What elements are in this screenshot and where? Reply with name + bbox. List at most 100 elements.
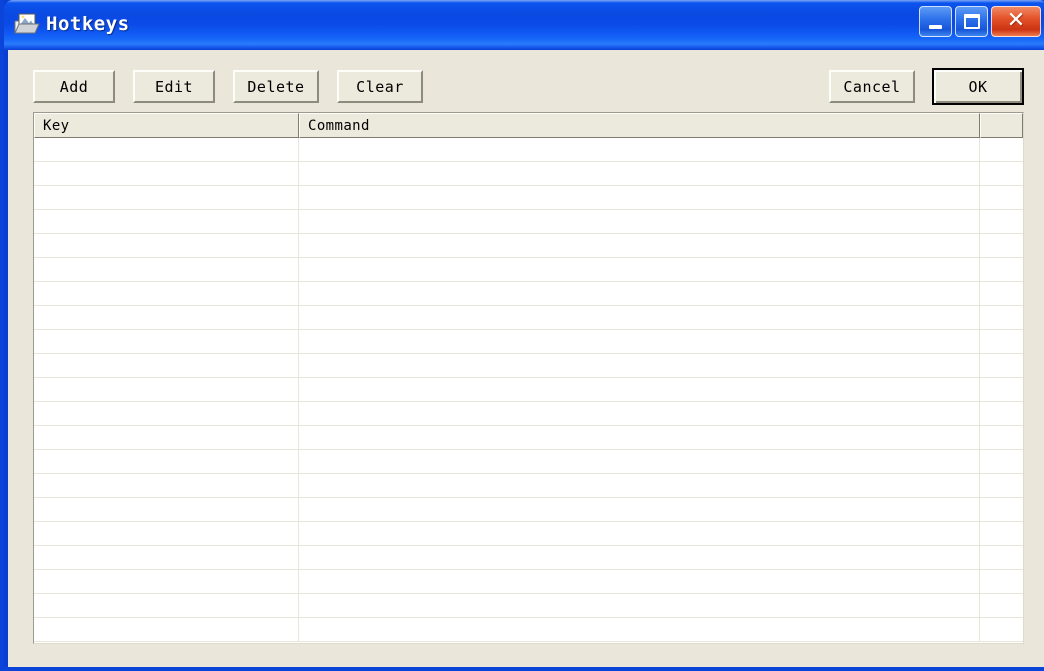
table-cell-key (34, 426, 299, 449)
minimize-icon (929, 25, 942, 29)
cancel-button[interactable]: Cancel (829, 70, 915, 103)
table-row[interactable] (34, 282, 1023, 306)
hotkeys-window: Hotkeys ✕ Add Edit Delete Clear Cancel O… (0, 0, 1044, 671)
edit-button[interactable]: Edit (133, 70, 215, 103)
table-row[interactable] (34, 330, 1023, 354)
table-row[interactable] (34, 138, 1023, 162)
add-button[interactable]: Add (33, 70, 115, 103)
hotkeys-list[interactable]: Key Command (33, 112, 1024, 644)
table-cell-extra (980, 306, 1023, 329)
table-cell-command (299, 474, 980, 497)
table-row[interactable] (34, 522, 1023, 546)
table-cell-key (34, 330, 299, 353)
column-header-command[interactable]: Command (299, 113, 980, 138)
minimize-button[interactable] (919, 6, 952, 37)
table-row[interactable] (34, 618, 1023, 642)
table-cell-key (34, 618, 299, 641)
table-cell-key (34, 378, 299, 401)
table-cell-extra (980, 258, 1023, 281)
table-cell-command (299, 378, 980, 401)
table-cell-command (299, 234, 980, 257)
delete-button[interactable]: Delete (233, 70, 319, 103)
table-cell-extra (980, 234, 1023, 257)
table-cell-extra (980, 210, 1023, 233)
table-cell-key (34, 354, 299, 377)
table-cell-key (34, 258, 299, 281)
table-row[interactable] (34, 378, 1023, 402)
table-cell-command (299, 138, 980, 161)
table-cell-command (299, 210, 980, 233)
table-cell-extra (980, 138, 1023, 161)
table-row[interactable] (34, 402, 1023, 426)
table-cell-key (34, 546, 299, 569)
table-cell-command (299, 426, 980, 449)
clear-button[interactable]: Clear (337, 70, 423, 103)
table-row[interactable] (34, 186, 1023, 210)
table-cell-command (299, 594, 980, 617)
close-icon: ✕ (1006, 7, 1026, 33)
table-cell-extra (980, 426, 1023, 449)
column-header-key[interactable]: Key (34, 113, 299, 138)
table-row[interactable] (34, 450, 1023, 474)
table-row[interactable] (34, 426, 1023, 450)
table-cell-key (34, 402, 299, 425)
table-cell-key (34, 594, 299, 617)
table-row[interactable] (34, 354, 1023, 378)
table-cell-extra (980, 570, 1023, 593)
table-cell-extra (980, 474, 1023, 497)
table-row[interactable] (34, 570, 1023, 594)
table-cell-command (299, 258, 980, 281)
table-row[interactable] (34, 546, 1023, 570)
table-cell-extra (980, 498, 1023, 521)
table-cell-command (299, 498, 980, 521)
table-cell-extra (980, 378, 1023, 401)
table-cell-command (299, 618, 980, 641)
table-cell-command (299, 570, 980, 593)
table-cell-key (34, 306, 299, 329)
table-cell-extra (980, 330, 1023, 353)
title-bar[interactable]: Hotkeys ✕ (4, 0, 1044, 50)
table-cell-extra (980, 546, 1023, 569)
table-cell-extra (980, 186, 1023, 209)
table-row[interactable] (34, 594, 1023, 618)
table-cell-key (34, 138, 299, 161)
table-cell-key (34, 162, 299, 185)
list-header: Key Command (34, 113, 1023, 138)
table-cell-key (34, 450, 299, 473)
table-cell-command (299, 450, 980, 473)
open-folder-image-icon (14, 12, 40, 36)
table-cell-key (34, 570, 299, 593)
table-cell-command (299, 330, 980, 353)
table-cell-command (299, 522, 980, 545)
table-cell-extra (980, 594, 1023, 617)
maximize-icon (964, 14, 980, 29)
table-cell-key (34, 522, 299, 545)
table-cell-extra (980, 282, 1023, 305)
table-cell-key (34, 234, 299, 257)
table-cell-key (34, 282, 299, 305)
table-row[interactable] (34, 234, 1023, 258)
ok-button[interactable]: OK (932, 68, 1024, 105)
dialog-client-area: Add Edit Delete Clear Cancel OK Key Comm… (8, 50, 1044, 667)
table-cell-key (34, 186, 299, 209)
table-cell-command (299, 306, 980, 329)
table-row[interactable] (34, 306, 1023, 330)
table-cell-extra (980, 450, 1023, 473)
table-cell-command (299, 402, 980, 425)
table-row[interactable] (34, 162, 1023, 186)
list-body[interactable] (34, 138, 1023, 643)
table-cell-command (299, 546, 980, 569)
table-cell-key (34, 498, 299, 521)
table-row[interactable] (34, 258, 1023, 282)
table-cell-command (299, 186, 980, 209)
table-row[interactable] (34, 498, 1023, 522)
table-cell-command (299, 282, 980, 305)
table-cell-command (299, 162, 980, 185)
maximize-button[interactable] (955, 6, 988, 37)
close-button[interactable]: ✕ (991, 6, 1041, 37)
column-header-extra[interactable] (980, 113, 1023, 138)
table-cell-key (34, 474, 299, 497)
table-row[interactable] (34, 210, 1023, 234)
table-cell-extra (980, 618, 1023, 641)
table-row[interactable] (34, 474, 1023, 498)
